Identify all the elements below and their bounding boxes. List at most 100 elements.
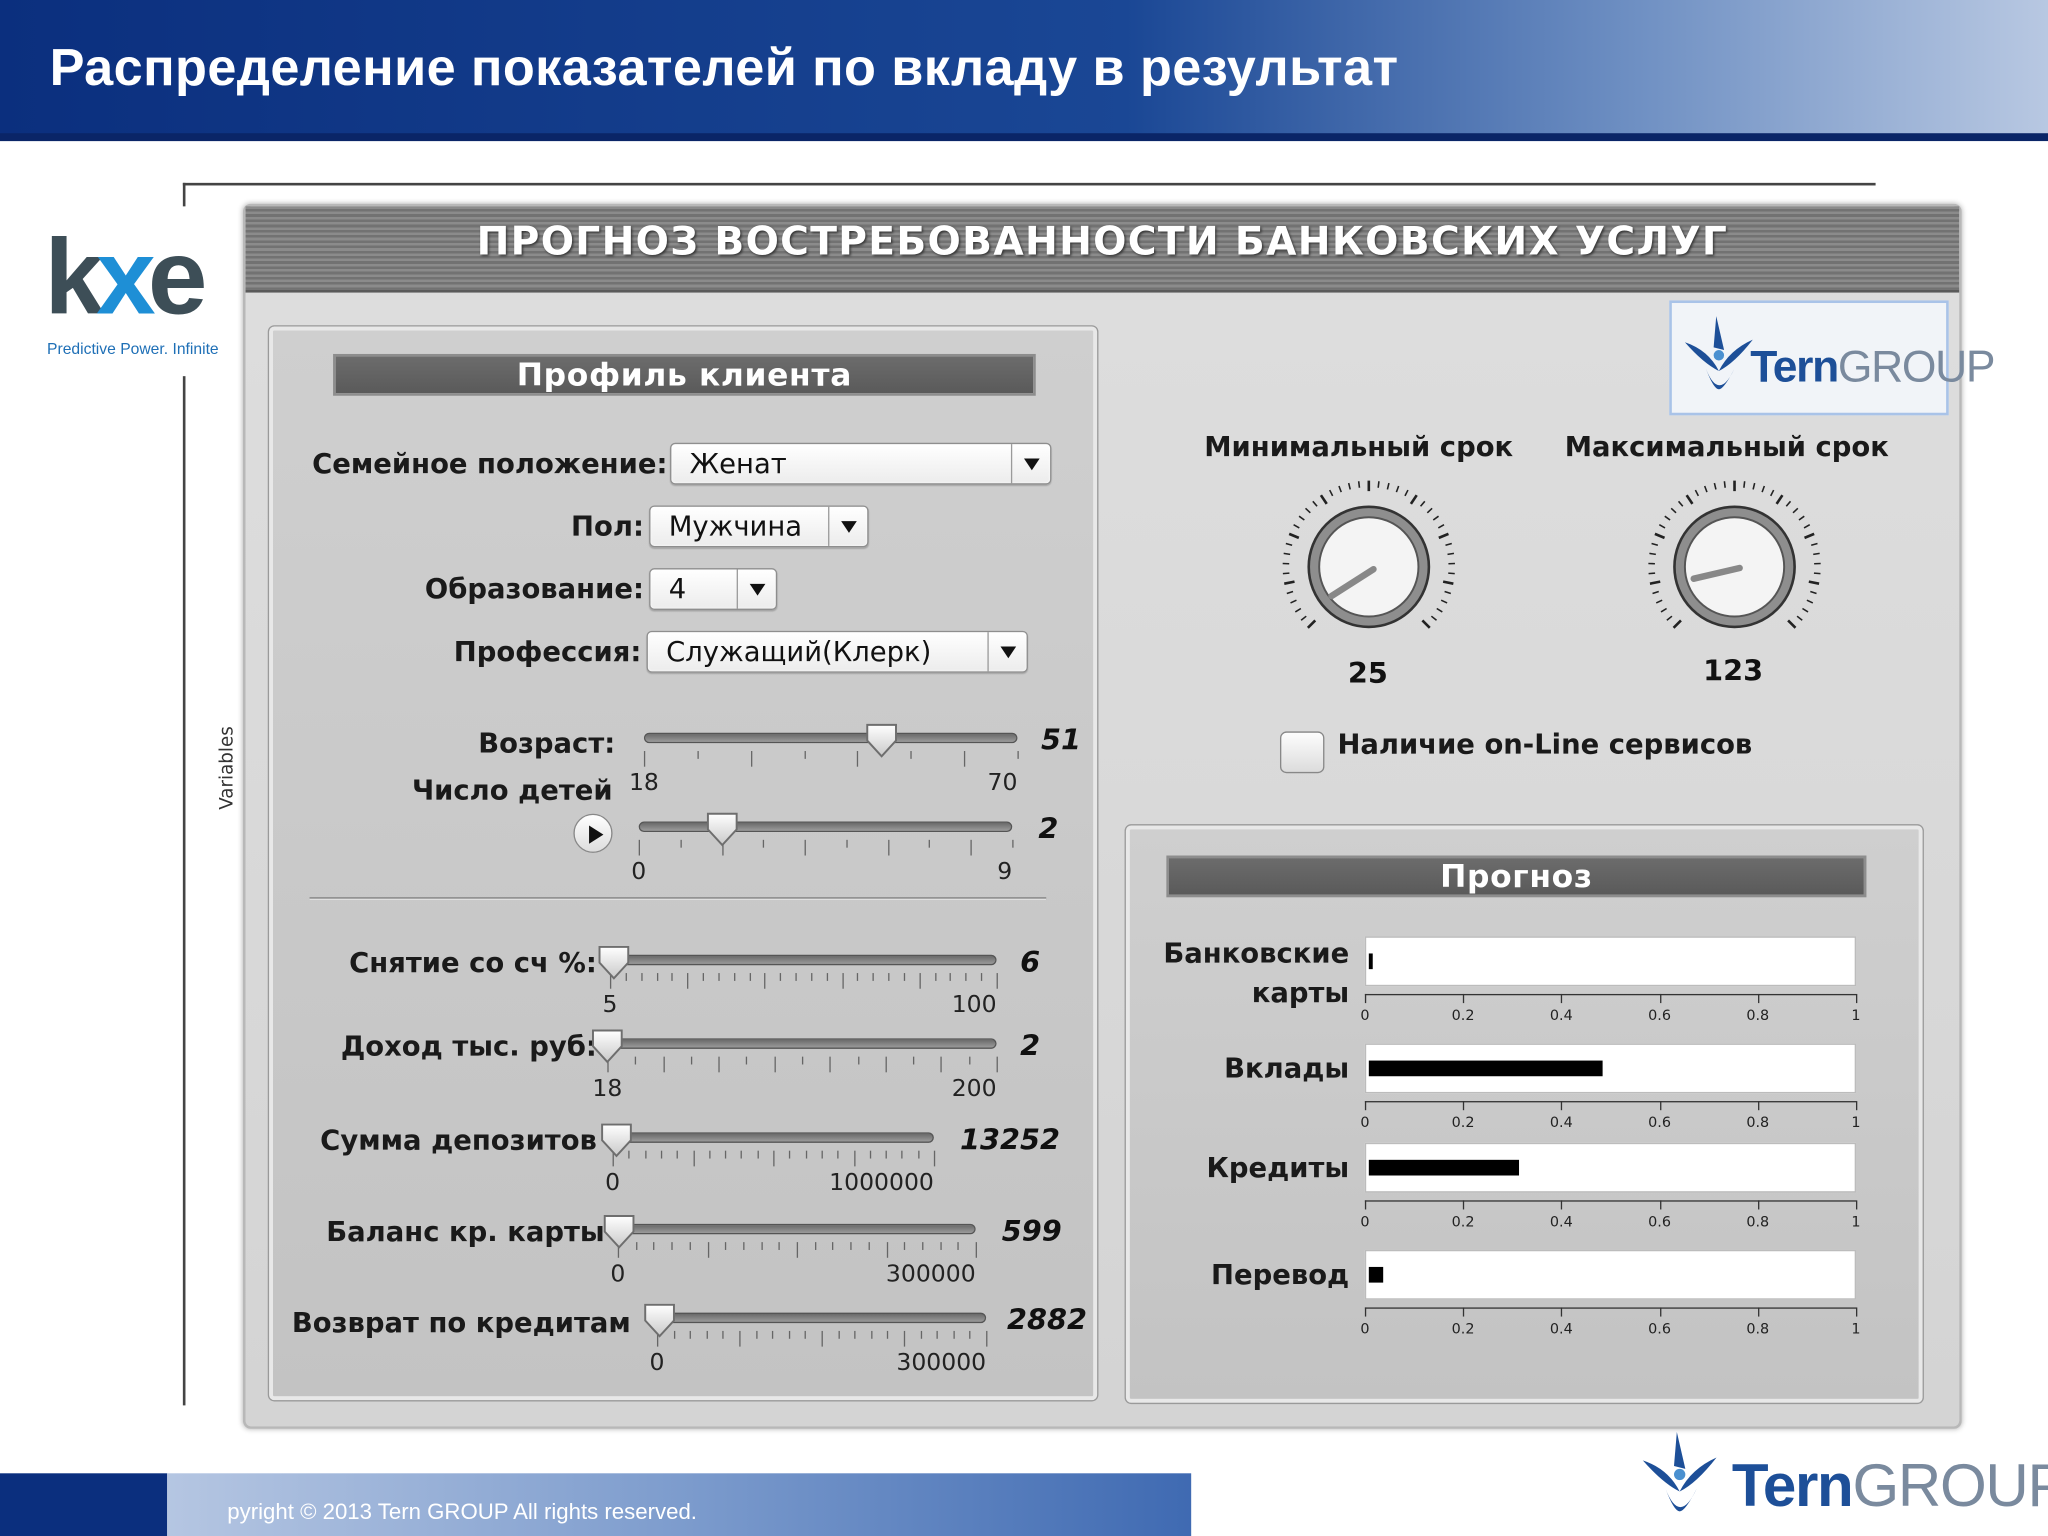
slider-tick: [656, 973, 658, 981]
slider-tick: [940, 1056, 943, 1073]
gender-select[interactable]: Мужчина: [649, 505, 869, 548]
slider-tick: [814, 1242, 816, 1250]
income-label: Доход тыс. руб:: [340, 1030, 597, 1062]
slider-tick: [671, 1242, 673, 1250]
axis-tick: [1659, 993, 1661, 1004]
withdrawal-slider-thumb[interactable]: [597, 944, 631, 981]
slider-tick: [901, 1150, 904, 1159]
slider-tick: [722, 1330, 725, 1339]
age-slider-thumb[interactable]: [864, 722, 898, 759]
slider-tick: [789, 1150, 791, 1159]
deposits-slider-track[interactable]: [612, 1132, 934, 1143]
slider-tick: [957, 1242, 960, 1250]
profession-select[interactable]: Служащий(Клерк): [646, 630, 1028, 673]
card_balance-slider-track[interactable]: [617, 1223, 976, 1235]
slider-tick: [968, 1056, 971, 1065]
forecast-label: Кредиты: [1206, 1151, 1350, 1184]
education-select[interactable]: 4: [649, 568, 778, 610]
forecast-bar-track: [1364, 1249, 1856, 1300]
marital-status-select[interactable]: Женат: [670, 442, 1052, 485]
withdrawal-slider[interactable]: 5 100: [598, 945, 998, 1025]
play-icon[interactable]: [573, 813, 613, 853]
income-slider[interactable]: 18 200: [591, 1029, 998, 1109]
slider-tick: [635, 1056, 637, 1065]
card-balance-value: 599: [1001, 1215, 1062, 1249]
children-slider[interactable]: 09: [631, 811, 1014, 892]
axis-tick-label: 0.6: [1648, 1213, 1671, 1231]
app-window: ПРОГНОЗ ВОСТРЕБОВАННОСТИ БАНКОВСКИХ УСЛУ…: [242, 203, 1996, 1429]
slider-tick: [640, 973, 643, 981]
app-titlebar: ПРОГНОЗ ВОСТРЕБОВАННОСТИ БАНКОВСКИХ УСЛУ…: [245, 206, 1960, 293]
footer-tern-wordmark: TernGROUP: [1731, 1451, 2048, 1520]
slider-tick: [755, 1330, 758, 1339]
forecast-label: Перевод: [1211, 1259, 1350, 1291]
profession-label: Профессия:: [453, 636, 642, 668]
children-slider-track[interactable]: [638, 821, 1013, 832]
deposits-slider-ticks: [612, 1150, 936, 1167]
knob-dial-icon[interactable]: [1277, 475, 1460, 658]
tern-bird-icon: [1684, 316, 1753, 390]
chevron-down-icon[interactable]: [987, 632, 1026, 672]
axis-tick-label: 1: [1851, 1114, 1861, 1132]
slider-tick: [725, 1150, 727, 1159]
age-slider-min: 18: [628, 769, 659, 797]
income-slider-thumb[interactable]: [590, 1028, 624, 1065]
forecast-bar: [1368, 1159, 1520, 1176]
deposits-value: 13252: [959, 1124, 1060, 1158]
forecast-axis: 0 0.2 0.4 0.6 0.8 1: [1360, 1200, 1861, 1231]
slider-tick: [746, 1056, 748, 1065]
axis-tick: [1561, 1200, 1563, 1210]
card-balance-slider[interactable]: 0 300000: [603, 1215, 977, 1294]
loan_return-slider-thumb[interactable]: [643, 1302, 677, 1339]
online-services-checkbox[interactable]: [1279, 731, 1325, 774]
axis-tick-label: 0.2: [1451, 1114, 1475, 1132]
axis-tick-label: 0.4: [1549, 1007, 1573, 1024]
slider-tick: [708, 1150, 711, 1159]
slide-header: Распределение показателей по вкладу в ре…: [0, 0, 2048, 142]
slider-tick: [760, 1242, 763, 1250]
axis-tick: [1855, 1101, 1858, 1111]
deposits-slider[interactable]: 0 1000000: [601, 1123, 936, 1203]
slider-tick: [804, 839, 807, 856]
slider-tick: [917, 1150, 920, 1159]
age-slider-track[interactable]: [643, 732, 1018, 744]
children-slider-max: 9: [997, 858, 1013, 886]
chevron-down-icon[interactable]: [828, 506, 867, 546]
children-label: Число детей: [411, 774, 613, 806]
max-term-knob[interactable]: [1643, 475, 1826, 658]
slider-tick: [887, 839, 890, 856]
slider-tick: [763, 839, 765, 848]
children-slider-thumb[interactable]: [705, 811, 739, 848]
slide: Распределение показателей по вкладу в ре…: [0, 0, 2048, 1536]
min-term-knob[interactable]: [1277, 475, 1460, 658]
slider-tick: [690, 1056, 693, 1065]
slider-tick: [939, 1242, 942, 1250]
chevron-down-icon[interactable]: [1010, 444, 1050, 484]
slider-tick: [885, 1150, 887, 1159]
slider-tick: [981, 973, 983, 981]
card_balance-slider-ticks: [617, 1242, 977, 1258]
card_balance-slider-thumb[interactable]: [602, 1213, 636, 1250]
slider-tick: [975, 1242, 977, 1258]
slider-tick: [660, 1150, 663, 1159]
income-slider-track[interactable]: [607, 1038, 997, 1049]
slider-tick: [801, 1056, 804, 1065]
withdrawal-slider-track[interactable]: [609, 954, 997, 966]
slider-tick: [837, 1330, 840, 1339]
axis-tick-label: 0: [1360, 1007, 1370, 1024]
slider-tick: [697, 751, 699, 759]
age-slider[interactable]: 18 70: [629, 722, 1019, 803]
slider-tick: [706, 1330, 708, 1339]
deposits-slider-thumb[interactable]: [600, 1122, 634, 1159]
knob-dial-icon[interactable]: [1643, 475, 1826, 658]
chevron-down-icon[interactable]: [736, 569, 776, 609]
axis-tick-label: 0.4: [1549, 1114, 1573, 1132]
forecast-bar-track: [1364, 936, 1856, 987]
axis-tick: [1463, 1101, 1465, 1111]
slider-tick: [662, 1056, 665, 1073]
slider-tick: [841, 973, 844, 989]
loan-return-slider[interactable]: 0 300000: [644, 1303, 988, 1383]
loan_return-slider-track[interactable]: [656, 1312, 987, 1324]
slider-tick: [887, 1330, 889, 1339]
slider-tick: [869, 1150, 871, 1159]
